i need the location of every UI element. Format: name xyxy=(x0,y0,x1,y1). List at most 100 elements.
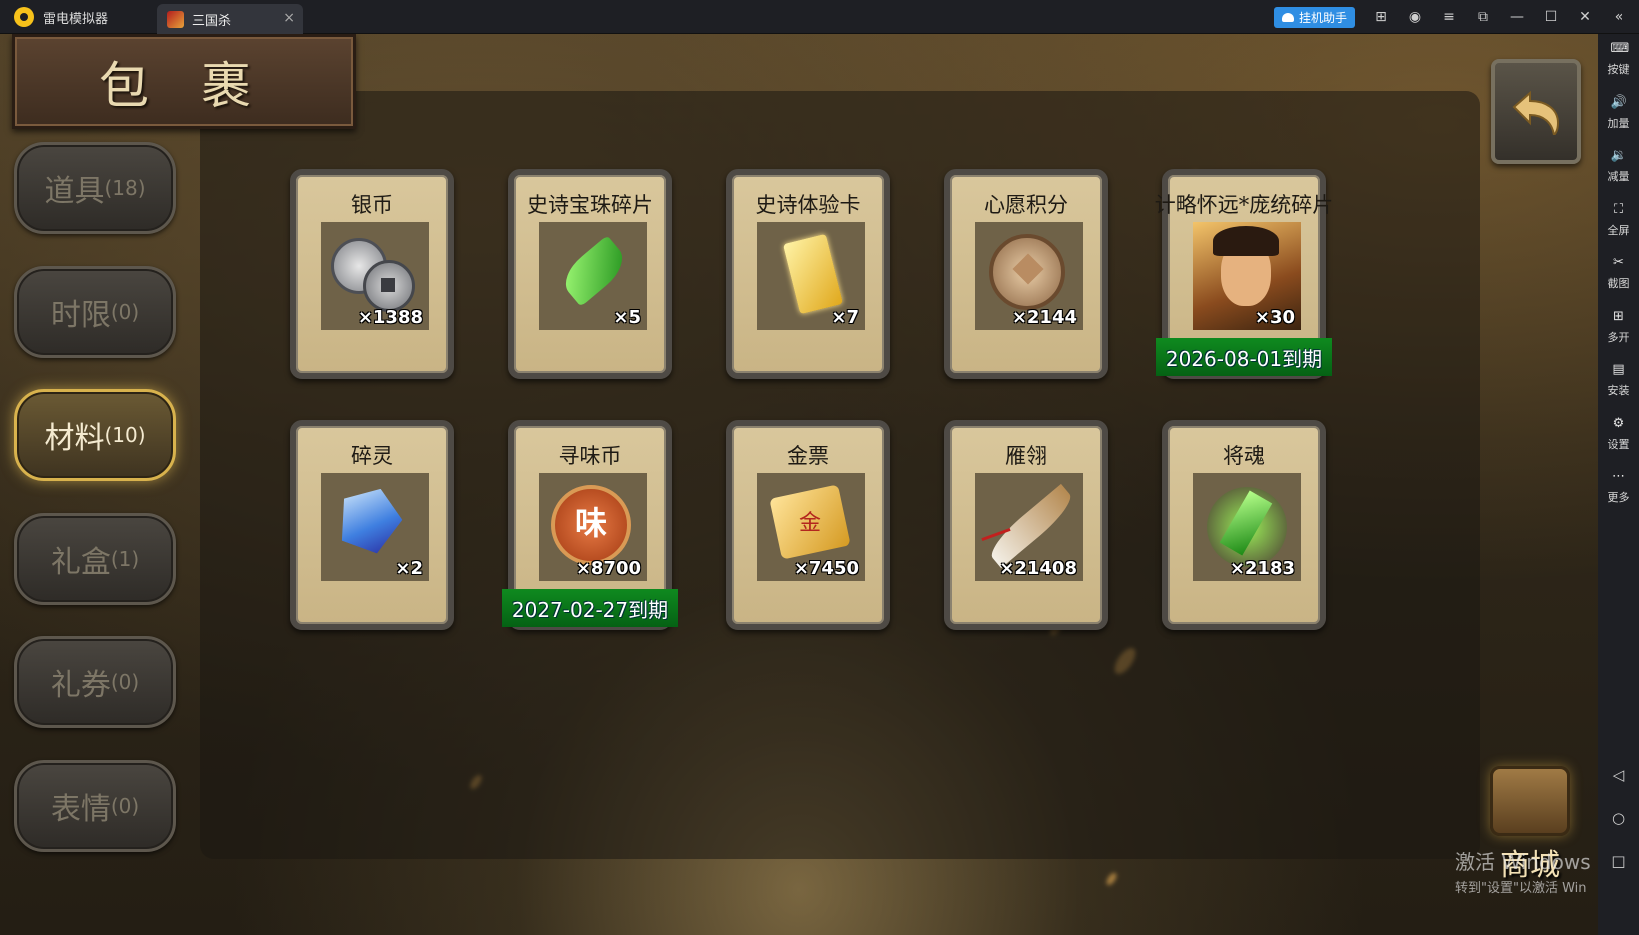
side-tool-4[interactable]: ✂ 截图 xyxy=(1598,256,1639,291)
blue-crystal-icon: ×2 xyxy=(321,473,429,581)
game-viewport: 包 裹 道具 (18) 时限 (0) 材料 (10) 礼盒 (1) 礼券 (0) 表情 (0) 银币 ×… xyxy=(0,34,1598,935)
category-label: 礼券 xyxy=(50,668,111,703)
category-label: 礼盒 xyxy=(50,544,111,580)
side-tool-icon: ⚙ xyxy=(1612,415,1625,431)
category-tab[interactable]: 道具 (18) xyxy=(14,142,176,234)
item-card[interactable]: 银币 ×1388 xyxy=(290,169,454,379)
expiry-badge: 2027-02-27到期 xyxy=(502,589,678,627)
app-tab[interactable]: 雷电模拟器 xyxy=(0,0,152,34)
item-name: 心愿积分 xyxy=(984,193,1068,217)
side-tool-5[interactable]: ⊞ 多开 xyxy=(1598,308,1639,345)
game-tab-title: 三国杀 xyxy=(192,13,232,29)
back-nav-icon[interactable]: ◁ xyxy=(1598,766,1639,784)
item-card[interactable]: 将魂 ×2183 xyxy=(1162,420,1326,630)
recent-apps-icon[interactable]: □ xyxy=(1598,852,1639,870)
ldplayer-logo-icon xyxy=(14,7,34,27)
category-label: 道具 xyxy=(44,174,105,209)
cloud-icon xyxy=(1281,13,1294,22)
flavor-coin-icon: 味 ×8700 xyxy=(539,473,647,581)
gold-card-icon: ×7 xyxy=(757,222,865,330)
watermark-line2: 转到"设置"以激活 Win xyxy=(1455,881,1587,896)
emulator-side-toolbar: ⌨ 按键 🔊 加量 🔉 减量 ⛶ 全屏 ✂ 截图 ⊞ 多开 ▤ 安装 ⚙ 设置 ⋯ 更多 ◁ ○ □ xyxy=(1598,34,1639,935)
category-tab[interactable]: 材料 (10) xyxy=(14,389,176,481)
side-tool-0[interactable]: ⌨ 按键 xyxy=(1598,42,1639,77)
side-tool-label: 减量 xyxy=(1607,170,1630,183)
item-card[interactable]: 寻味币味 ×8700 2027-02-27到期 xyxy=(502,420,678,630)
expiry-badge: 2026-08-01到期 xyxy=(1156,338,1332,376)
collapse-icon[interactable]: « xyxy=(1602,0,1636,34)
side-tool-icon: 🔊 xyxy=(1610,94,1627,110)
item-card[interactable]: 史诗宝珠碎片 ×5 xyxy=(508,169,672,379)
tab-close-icon[interactable]: × xyxy=(283,11,295,25)
category-label: 时限 xyxy=(50,297,111,333)
item-name: 雁翎 xyxy=(1005,444,1047,468)
category-label: 材料 xyxy=(44,421,105,456)
category-tab[interactable]: 表情 (0) xyxy=(14,759,176,852)
category-count: (0) xyxy=(110,793,140,818)
gift-icon[interactable]: ⊞ xyxy=(1364,0,1398,34)
side-tool-label: 加量 xyxy=(1607,116,1630,130)
side-tool-8[interactable]: ⋯ 更多 xyxy=(1598,470,1639,505)
item-quantity: ×1388 xyxy=(357,307,423,328)
item-quantity: ×21408 xyxy=(999,558,1077,579)
item-card[interactable]: 碎灵 ×2 xyxy=(290,420,454,630)
green-soul-crystal-icon: ×2183 xyxy=(1193,473,1301,581)
back-arrow-icon xyxy=(1512,90,1560,135)
feather-icon: ×21408 xyxy=(975,473,1083,581)
game-tab[interactable]: 三国杀 × xyxy=(157,4,303,34)
category-tab[interactable]: 礼盒 (1) xyxy=(14,512,176,605)
window-titlebar: 雷电模拟器 三国杀 × 挂机助手 ⊞ ◉ ≡ ⧉ — ☐ ✕ « xyxy=(0,0,1639,34)
item-quantity: ×7 xyxy=(831,307,859,328)
side-tool-label: 全屏 xyxy=(1607,223,1630,237)
side-tool-label: 截图 xyxy=(1607,277,1630,290)
category-count: (0) xyxy=(110,299,140,324)
side-tool-icon: ▤ xyxy=(1612,362,1625,377)
item-card[interactable]: 雁翎 ×21408 xyxy=(944,420,1108,630)
bag-title-plaque: 包 裹 xyxy=(12,34,356,129)
item-card[interactable]: 金票金 ×7450 xyxy=(726,420,890,630)
item-card[interactable]: 史诗体验卡 ×7 xyxy=(726,169,890,379)
item-quantity: ×30 xyxy=(1254,307,1295,328)
page-title: 包 裹 xyxy=(99,56,269,115)
silver-coin-icon: ×1388 xyxy=(321,222,429,330)
side-tool-icon: 🔉 xyxy=(1610,148,1627,163)
side-tool-2[interactable]: 🔉 减量 xyxy=(1598,149,1639,184)
account-icon[interactable]: ◉ xyxy=(1398,0,1432,34)
item-card[interactable]: 计略怀远*庞统碎片 ×30 2026-08-01到期 xyxy=(1155,169,1333,379)
ember-decoration xyxy=(1104,871,1119,887)
category-label: 表情 xyxy=(50,791,111,827)
minimize-icon[interactable]: — xyxy=(1500,0,1534,34)
item-name: 银币 xyxy=(351,193,393,217)
assist-button[interactable]: 挂机助手 xyxy=(1274,7,1355,28)
green-gem-shard-icon: ×5 xyxy=(539,222,647,330)
restore-icon[interactable]: ⧉ xyxy=(1466,0,1500,34)
home-nav-icon[interactable]: ○ xyxy=(1598,809,1639,827)
app-name: 雷电模拟器 xyxy=(43,11,109,27)
back-button[interactable] xyxy=(1491,59,1581,164)
titlebar-controls: ⊞ ◉ ≡ ⧉ — ☐ ✕ « xyxy=(1364,0,1636,34)
side-tool-icon: ⊞ xyxy=(1613,308,1624,324)
category-count: (0) xyxy=(110,670,140,694)
side-tool-label: 更多 xyxy=(1607,491,1630,504)
watermark-line1: 激活 Windows xyxy=(1455,850,1591,874)
maximize-icon[interactable]: ☐ xyxy=(1534,0,1568,34)
side-tool-1[interactable]: 🔊 加量 xyxy=(1598,94,1639,131)
item-name: 计略怀远*庞统碎片 xyxy=(1154,193,1334,217)
close-icon[interactable]: ✕ xyxy=(1568,0,1602,34)
side-tool-3[interactable]: ⛶ 全屏 xyxy=(1598,202,1639,238)
assist-label: 挂机助手 xyxy=(1298,11,1347,25)
side-tool-icon: ⋯ xyxy=(1612,469,1625,484)
category-count: (10) xyxy=(104,423,146,447)
menu-icon[interactable]: ≡ xyxy=(1432,0,1466,34)
category-tab[interactable]: 礼券 (0) xyxy=(14,636,176,728)
item-card[interactable]: 心愿积分 ×2144 xyxy=(944,169,1108,379)
side-tool-7[interactable]: ⚙ 设置 xyxy=(1598,415,1639,452)
side-tool-label: 设置 xyxy=(1607,437,1630,451)
item-quantity: ×7450 xyxy=(793,558,859,579)
category-count: (18) xyxy=(104,176,146,200)
side-tool-icon: ⌨ xyxy=(1610,41,1630,56)
side-tool-label: 安装 xyxy=(1607,384,1630,397)
category-tab[interactable]: 时限 (0) xyxy=(14,265,176,358)
item-name: 将魂 xyxy=(1223,444,1265,468)
side-tool-6[interactable]: ▤ 安装 xyxy=(1598,363,1639,398)
